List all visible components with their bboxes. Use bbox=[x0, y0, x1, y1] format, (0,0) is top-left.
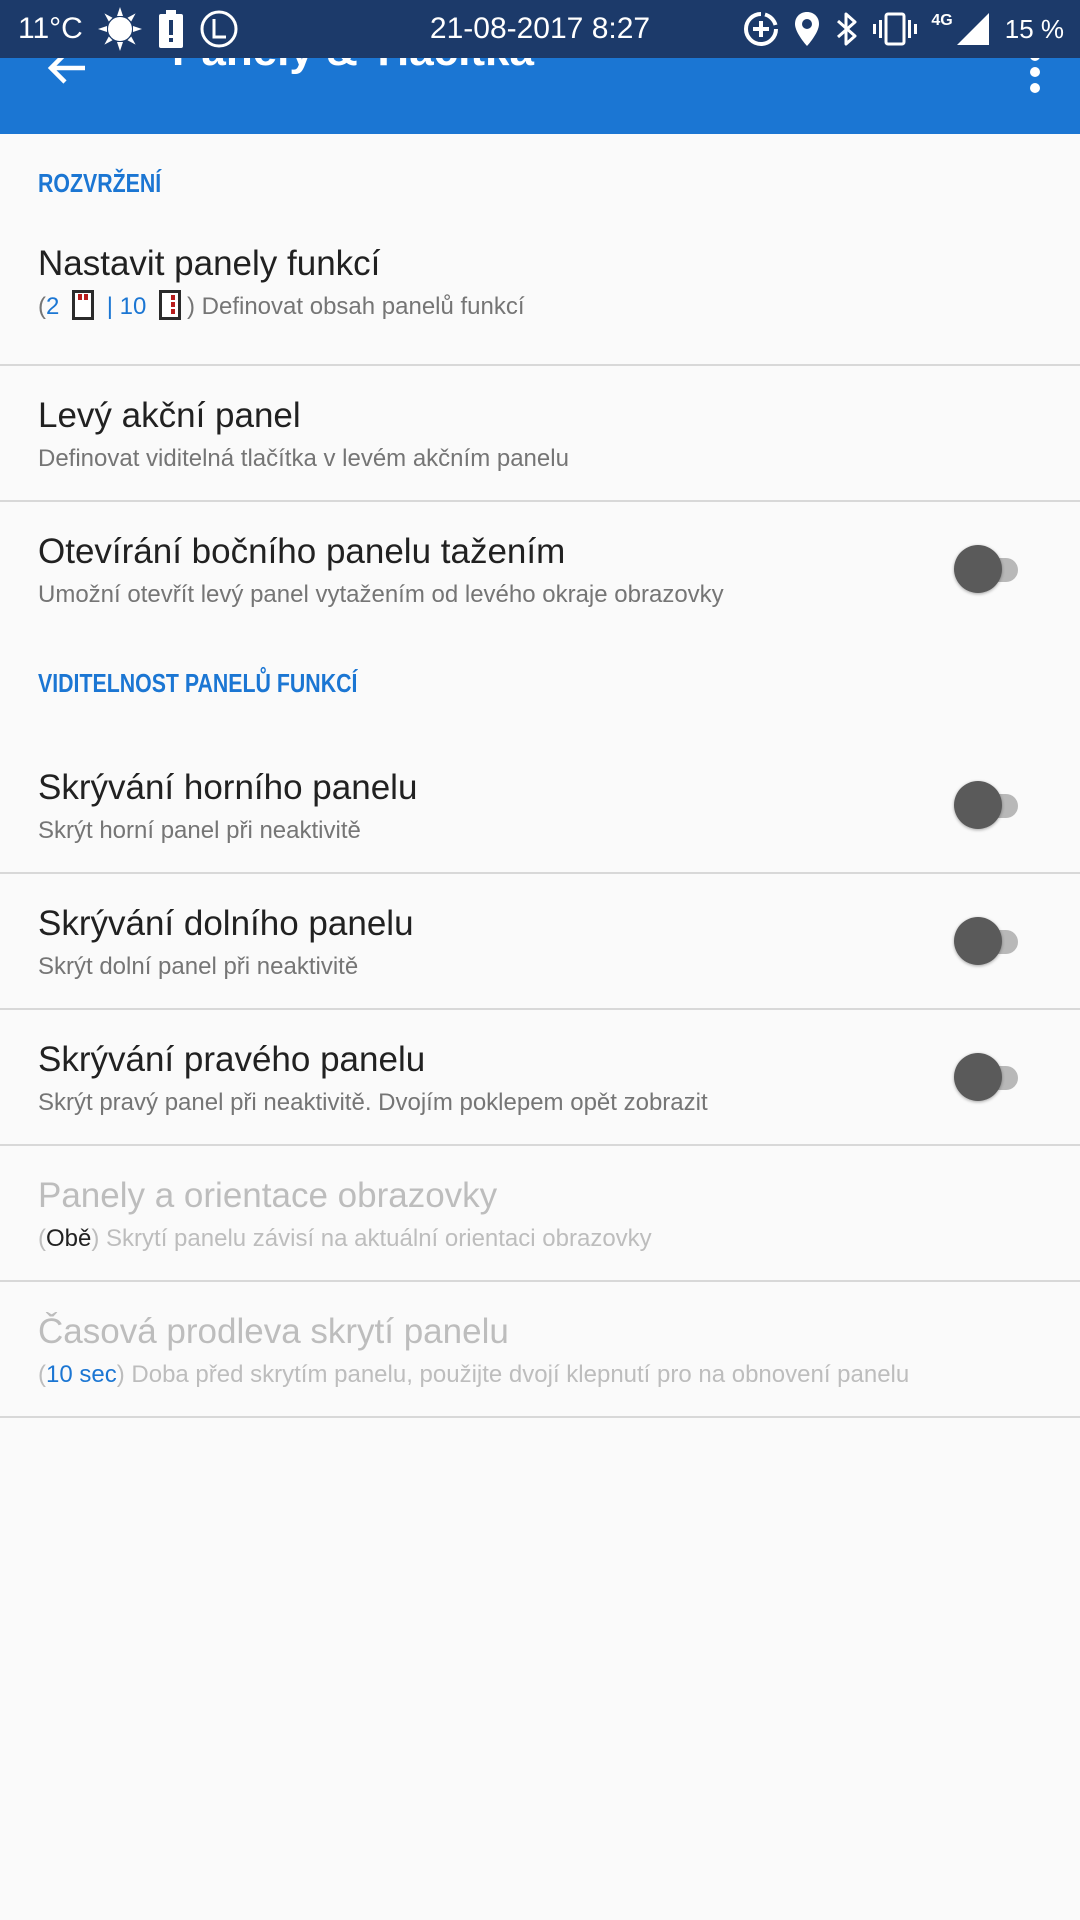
vibrate-icon bbox=[873, 11, 918, 47]
pref-summary: Skrýt dolní panel při neaktivitě bbox=[38, 953, 359, 980]
pref-summary: (Obě) Skrytí panelu závisí na aktuální o… bbox=[38, 1225, 652, 1252]
pref-summary: (10 sec) Doba před skrytím panelu, použi… bbox=[38, 1361, 910, 1388]
l-circle-icon bbox=[199, 9, 239, 49]
hide-top-panel-toggle[interactable] bbox=[954, 780, 1022, 830]
pref-summary: Skrýt pravý panel při neaktivitě. Dvojím… bbox=[38, 1089, 708, 1116]
status-bar: 11°C 21-08-2017 8:27 4G 15 % bbox=[0, 0, 1080, 58]
horizontal-panel-count: 2 bbox=[46, 293, 60, 320]
pref-value: 10 sec bbox=[46, 1361, 117, 1388]
toggle-thumb bbox=[954, 917, 1002, 965]
toggle-thumb bbox=[954, 545, 1002, 593]
pref-summary: Skrýt horní panel při neaktivitě bbox=[38, 817, 361, 844]
toggle-thumb bbox=[954, 781, 1002, 829]
settings-list: ROZVRŽENÍ Nastavit panely funkcí (2 | 10… bbox=[0, 134, 1080, 1418]
pref-title: Časová prodleva skrytí panelu bbox=[38, 1312, 509, 1351]
pref-title: Skrývání pravého panelu bbox=[38, 1040, 426, 1079]
pref-title: Skrývání dolního panelu bbox=[38, 904, 414, 943]
status-bar-left: 11°C bbox=[18, 0, 239, 58]
page-title: Panely & Tlačítka bbox=[172, 58, 534, 76]
swipe-side-panel-toggle[interactable] bbox=[954, 544, 1022, 594]
pref-title: Otevírání bočního panelu tažením bbox=[38, 532, 566, 571]
section-header-layout: ROZVRŽENÍ bbox=[38, 168, 162, 198]
temperature-text: 11°C bbox=[18, 12, 83, 45]
sun-icon bbox=[97, 6, 143, 52]
pref-summary-text: Definovat obsah panelů funkcí bbox=[201, 293, 525, 320]
back-arrow-icon bbox=[47, 58, 87, 90]
vertical-panel-count: 10 bbox=[119, 293, 147, 320]
pref-title: Levý akční panel bbox=[38, 396, 301, 435]
pref-hide-delay: Časová prodleva skrytí panelu (10 sec) D… bbox=[0, 1282, 1080, 1418]
horizontal-panel-icon bbox=[72, 290, 95, 320]
pref-hide-right-panel[interactable]: Skrývání pravého panelu Skrýt pravý pane… bbox=[0, 1010, 1080, 1146]
pref-hide-bottom-panel[interactable]: Skrývání dolního panelu Skrýt dolní pane… bbox=[0, 874, 1080, 1010]
toggle-thumb bbox=[954, 1053, 1002, 1101]
more-vert-icon bbox=[1029, 58, 1041, 99]
battery-text: 15 % bbox=[1004, 13, 1064, 44]
pref-swipe-side-panel[interactable]: Otevírání bočního panelu tažením Umožní … bbox=[0, 502, 1080, 636]
signal-icon bbox=[955, 11, 991, 47]
pref-summary: Definovat viditelná tlačítka v levém akč… bbox=[38, 445, 569, 472]
hide-right-panel-toggle[interactable] bbox=[954, 1052, 1022, 1102]
pref-hide-top-panel[interactable]: Skrývání horního panelu Skrýt horní pane… bbox=[0, 736, 1080, 874]
pref-title: Panely a orientace obrazovky bbox=[38, 1176, 498, 1215]
pref-summary-text: Doba před skrytím panelu, použijte dvojí… bbox=[131, 1361, 910, 1388]
pref-panels-orientation: Panely a orientace obrazovky (Obě) Skryt… bbox=[0, 1146, 1080, 1282]
back-button[interactable] bbox=[42, 58, 92, 84]
pref-title: Nastavit panely funkcí bbox=[38, 244, 381, 283]
pref-summary: (2 | 10 ) Definovat obsah panelů funkcí bbox=[38, 290, 1042, 324]
section-header-visibility: VIDITELNOST PANELŮ FUNKCÍ bbox=[38, 668, 358, 698]
location-icon bbox=[793, 10, 821, 48]
pref-value: Obě bbox=[46, 1225, 92, 1252]
status-bar-right: 4G 15 % bbox=[743, 0, 1064, 58]
pref-function-panels[interactable]: Nastavit panely funkcí (2 | 10 ) Definov… bbox=[0, 230, 1080, 366]
pref-summary-text: Skrytí panelu závisí na aktuální orienta… bbox=[106, 1225, 652, 1252]
vertical-panel-icon bbox=[158, 290, 181, 320]
pref-left-action-panel[interactable]: Levý akční panel Definovat viditelná tla… bbox=[0, 366, 1080, 502]
app-bar: Panely & Tlačítka bbox=[0, 58, 1080, 134]
pref-title: Skrývání horního panelu bbox=[38, 768, 418, 807]
data-saver-icon bbox=[743, 11, 779, 47]
overflow-menu-button[interactable] bbox=[1020, 58, 1050, 96]
hide-bottom-panel-toggle[interactable] bbox=[954, 916, 1022, 966]
bluetooth-icon bbox=[835, 10, 859, 48]
battery-alert-icon bbox=[157, 9, 185, 49]
network-type-text: 4G bbox=[931, 12, 953, 29]
pref-summary: Umožní otevřít levý panel vytažením od l… bbox=[38, 581, 724, 608]
datetime-text: 21-08-2017 8:27 bbox=[429, 12, 651, 45]
